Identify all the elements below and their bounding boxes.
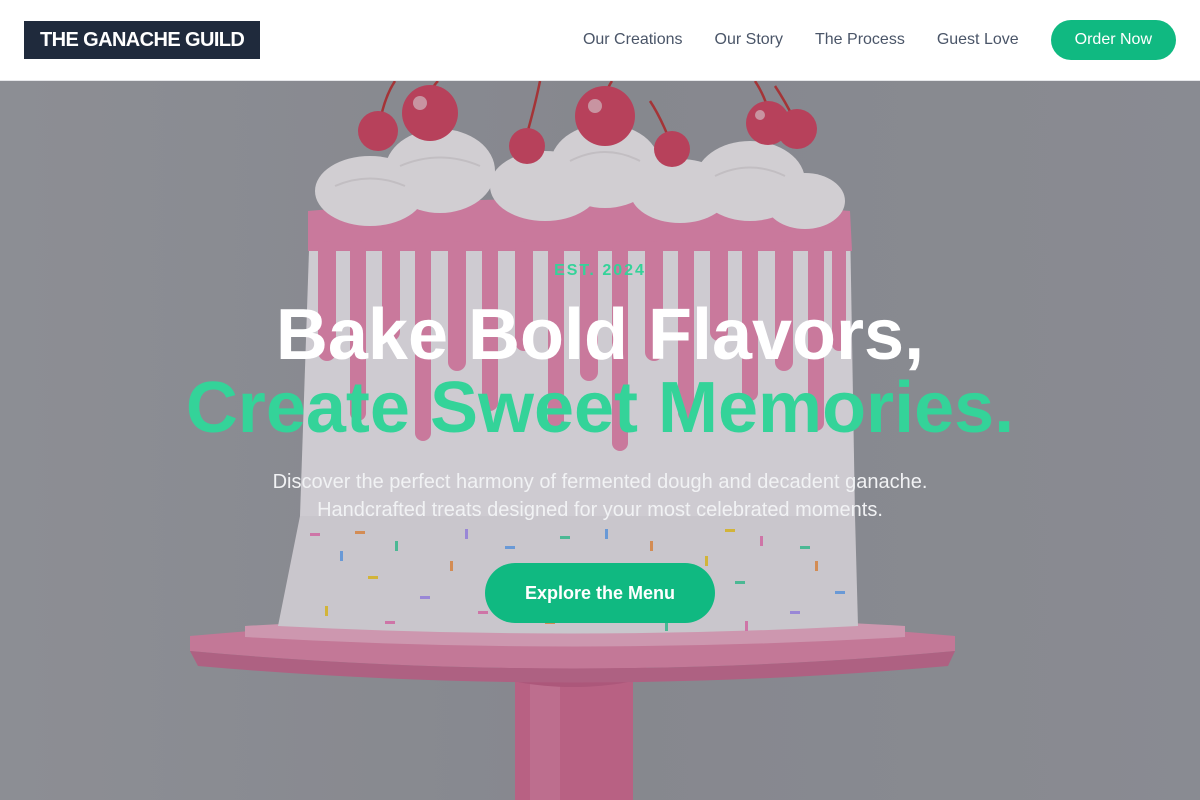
hero-headline-line2: Create Sweet Memories. [185,368,1015,448]
hero-subtext-line1: Discover the perfect harmony of fermente… [272,471,928,493]
logo[interactable]: THE GANACHE GUILD [24,21,261,59]
hero-eyebrow: EST. 2024 [554,262,646,279]
nav-link-guest-love[interactable]: Guest Love [937,31,1019,49]
explore-menu-button[interactable]: Explore the Menu [485,563,715,623]
site-header: THE GANACHE GUILD Our Creations Our Stor… [0,0,1200,81]
order-now-button[interactable]: Order Now [1050,20,1176,60]
nav-link-our-creations[interactable]: Our Creations [583,31,683,49]
hero-subtext: Discover the perfect harmony of fermente… [250,468,950,524]
main-nav: Our Creations Our Story The Process Gues… [583,20,1176,60]
nav-link-our-story[interactable]: Our Story [715,31,783,49]
hero-headline-line1: Bake Bold Flavors, [275,295,925,375]
hero-section: EST. 2024 Bake Bold Flavors, Create Swee… [0,81,1200,800]
hero-content: EST. 2024 Bake Bold Flavors, Create Swee… [0,81,1200,800]
hero-subtext-line2: Handcrafted treats designed for your mos… [317,499,883,521]
nav-link-the-process[interactable]: The Process [815,31,905,49]
